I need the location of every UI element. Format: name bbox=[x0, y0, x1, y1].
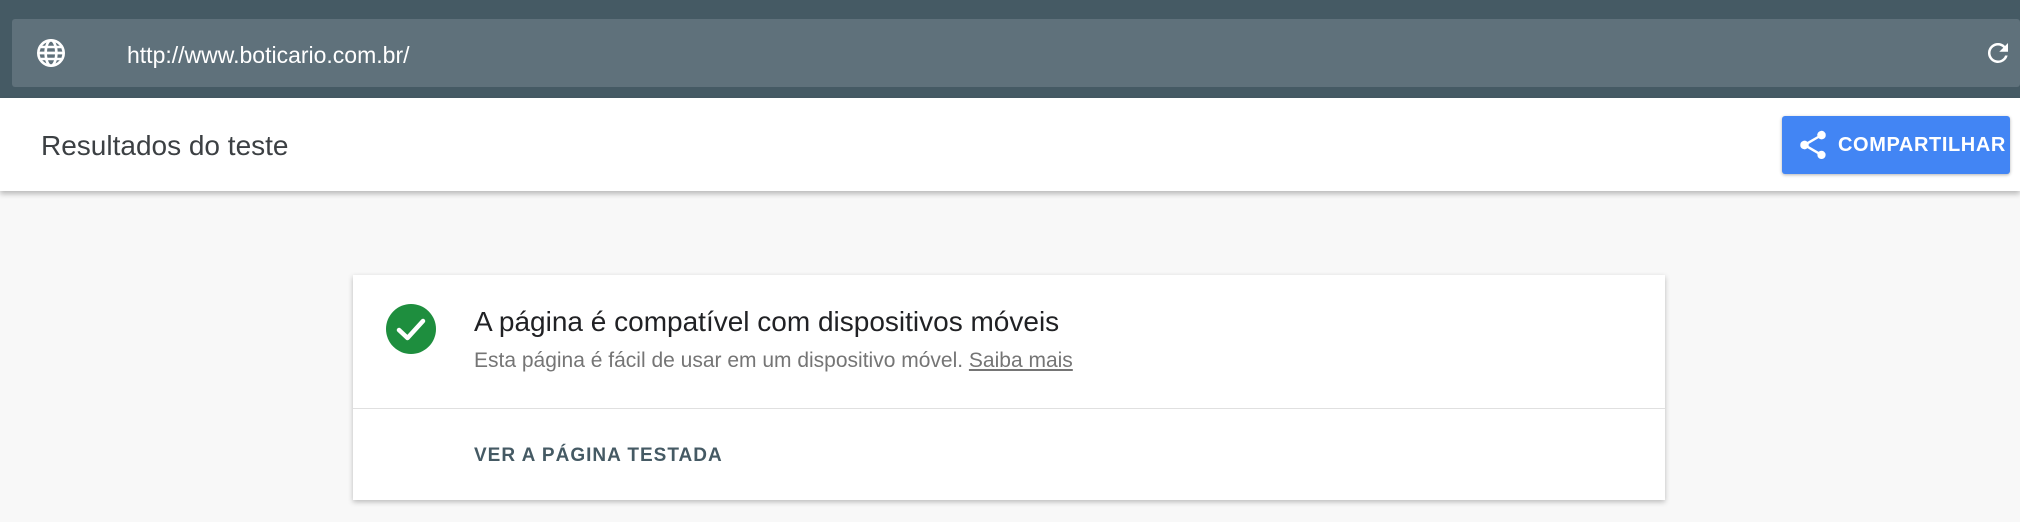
card-divider bbox=[353, 408, 1665, 409]
url-text[interactable]: http://www.boticario.com.br/ bbox=[127, 41, 410, 69]
share-button[interactable]: COMPARTILHAR bbox=[1782, 116, 2010, 174]
results-header: Resultados do teste COMPARTILHAR bbox=[0, 98, 2020, 191]
globe-icon bbox=[35, 37, 67, 69]
url-bar[interactable]: http://www.boticario.com.br/ bbox=[12, 19, 2020, 87]
result-description-text: Esta página é fácil de usar em um dispos… bbox=[474, 349, 964, 372]
browser-top-bar: http://www.boticario.com.br/ bbox=[0, 0, 2020, 98]
view-tested-page-button[interactable]: VER A PÁGINA TESTADA bbox=[474, 444, 723, 468]
result-card: A página é compatível com dispositivos m… bbox=[353, 275, 1665, 500]
check-circle-icon bbox=[386, 304, 436, 354]
page-title: Resultados do teste bbox=[41, 130, 289, 161]
share-icon bbox=[1796, 128, 1830, 162]
result-title: A página é compatível com dispositivos m… bbox=[474, 306, 1060, 337]
share-button-label: COMPARTILHAR bbox=[1838, 134, 2006, 156]
learn-more-link[interactable]: Saiba mais bbox=[969, 349, 1073, 372]
result-description: Esta página é fácil de usar em um dispos… bbox=[474, 348, 1073, 374]
reload-icon[interactable] bbox=[1983, 38, 2013, 68]
